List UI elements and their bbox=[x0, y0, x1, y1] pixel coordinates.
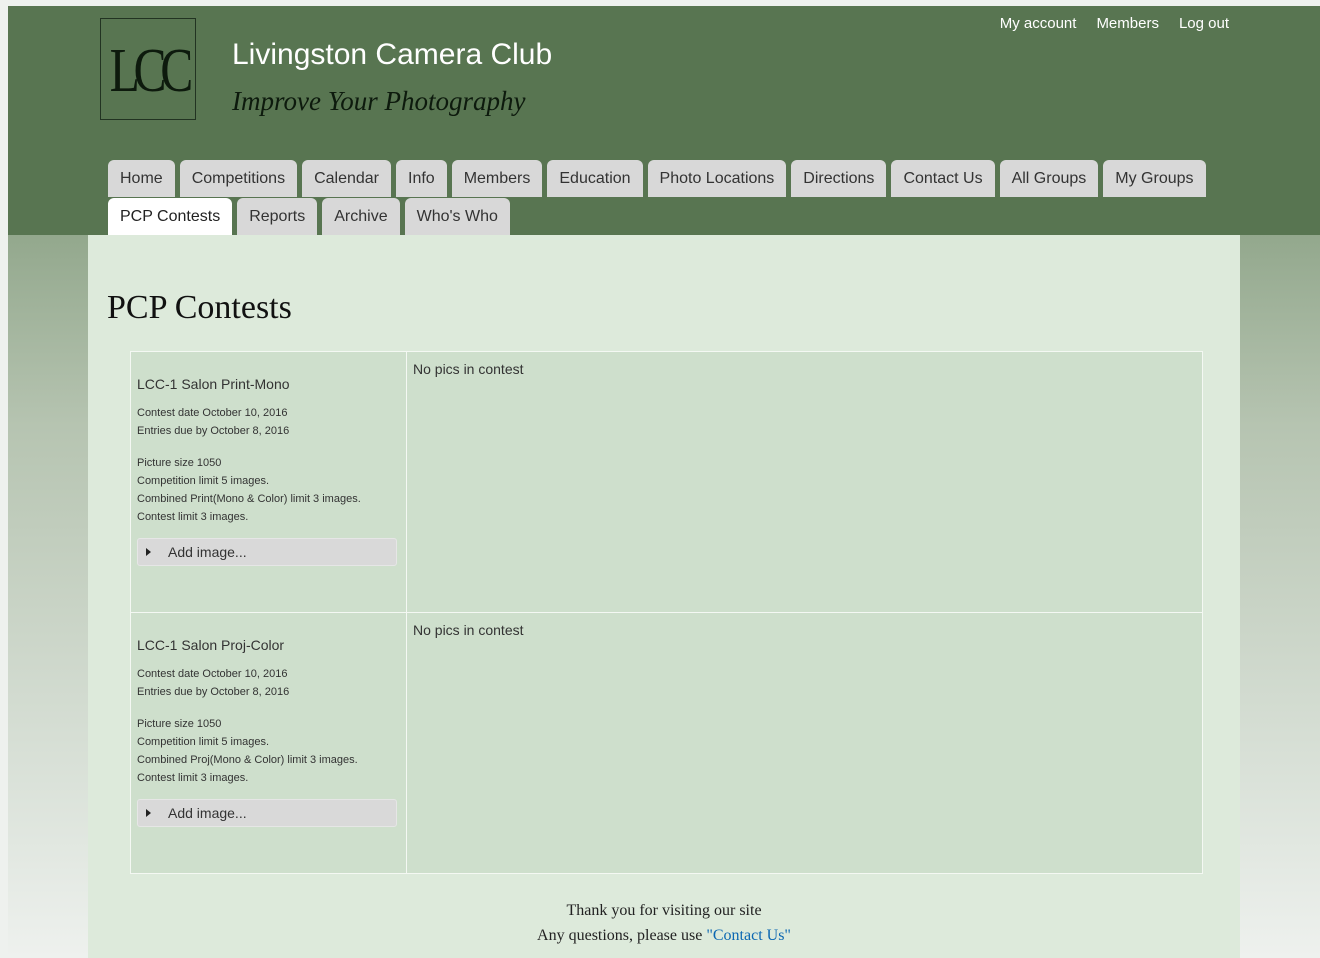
contest-table: LCC-1 Salon Print-Mono Contest date Octo… bbox=[130, 351, 1203, 874]
contest-limit: Contest limit 3 images. bbox=[137, 772, 249, 784]
contest-date: Contest date October 10, 2016 bbox=[137, 407, 288, 419]
log-out-link[interactable]: Log out bbox=[1179, 15, 1229, 32]
pics-status: No pics in contest bbox=[413, 361, 524, 377]
primary-tabs-row-1: Home Competitions Calendar Info Members … bbox=[108, 160, 1206, 197]
contest-name: LCC-1 Salon Proj-Color bbox=[137, 637, 285, 653]
contest-date: Contest date October 10, 2016 bbox=[137, 668, 288, 680]
add-image-toggle[interactable]: Add image... bbox=[137, 799, 397, 827]
add-image-label: Add image... bbox=[168, 805, 247, 821]
site-slogan: Improve Your Photography bbox=[232, 86, 526, 116]
user-menu: My account Members Log out bbox=[1000, 15, 1229, 32]
page-title: PCP Contests bbox=[107, 289, 292, 326]
contest-info-cell: LCC-1 Salon Proj-Color Contest date Octo… bbox=[131, 613, 407, 873]
entries-due: Entries due by October 8, 2016 bbox=[137, 686, 290, 698]
picture-size: Picture size 1050 bbox=[137, 457, 222, 469]
tab-competitions[interactable]: Competitions bbox=[179, 160, 298, 197]
contest-name: LCC-1 Salon Print-Mono bbox=[137, 376, 290, 392]
site-title[interactable]: Livingston Camera Club bbox=[232, 38, 552, 72]
tab-pcp-contests[interactable]: PCP Contests bbox=[108, 198, 233, 235]
logo-text: LCC bbox=[109, 37, 193, 105]
members-link[interactable]: Members bbox=[1096, 15, 1159, 32]
footer-contact-link[interactable]: "Contact Us" bbox=[706, 927, 791, 944]
tab-my-groups[interactable]: My Groups bbox=[1103, 160, 1206, 197]
tab-all-groups[interactable]: All Groups bbox=[999, 160, 1099, 197]
picture-size: Picture size 1050 bbox=[137, 718, 222, 730]
caret-right-icon bbox=[146, 548, 151, 556]
contest-row: LCC-1 Salon Print-Mono Contest date Octo… bbox=[131, 352, 1202, 612]
tab-reports[interactable]: Reports bbox=[237, 198, 318, 235]
contest-pics-cell: No pics in contest bbox=[407, 352, 1202, 612]
footer-questions-text: Any questions, please use bbox=[537, 927, 707, 944]
add-image-toggle[interactable]: Add image... bbox=[137, 538, 397, 566]
primary-tabs-row-2: PCP Contests Reports Archive Who's Who bbox=[108, 198, 510, 235]
tab-education[interactable]: Education bbox=[547, 160, 643, 197]
contest-limit: Contest limit 3 images. bbox=[137, 511, 249, 523]
tab-calendar[interactable]: Calendar bbox=[302, 160, 391, 197]
site-footer: Thank you for visiting our site Any ques… bbox=[88, 898, 1240, 948]
tab-photo-locations[interactable]: Photo Locations bbox=[647, 160, 787, 197]
my-account-link[interactable]: My account bbox=[1000, 15, 1077, 32]
footer-thanks: Thank you for visiting our site bbox=[566, 902, 762, 919]
tab-directions[interactable]: Directions bbox=[791, 160, 887, 197]
add-image-label: Add image... bbox=[168, 544, 247, 560]
contest-row: LCC-1 Salon Proj-Color Contest date Octo… bbox=[131, 612, 1202, 873]
footer-questions: Any questions, please use "Contact Us" bbox=[88, 923, 1240, 948]
combined-limit: Combined Proj(Mono & Color) limit 3 imag… bbox=[137, 754, 358, 766]
main-content: PCP Contests LCC-1 Salon Print-Mono Cont… bbox=[88, 235, 1240, 958]
combined-limit: Combined Print(Mono & Color) limit 3 ima… bbox=[137, 493, 361, 505]
contest-info-cell: LCC-1 Salon Print-Mono Contest date Octo… bbox=[131, 352, 407, 612]
entries-due: Entries due by October 8, 2016 bbox=[137, 425, 290, 437]
site-logo[interactable]: LCC bbox=[100, 18, 196, 120]
caret-right-icon bbox=[146, 809, 151, 817]
contest-pics-cell: No pics in contest bbox=[407, 613, 1202, 873]
tab-info[interactable]: Info bbox=[396, 160, 447, 197]
tab-archive[interactable]: Archive bbox=[322, 198, 400, 235]
tab-contact-us[interactable]: Contact Us bbox=[891, 160, 995, 197]
tab-home[interactable]: Home bbox=[108, 160, 175, 197]
competition-limit: Competition limit 5 images. bbox=[137, 475, 270, 487]
pics-status: No pics in contest bbox=[413, 622, 524, 638]
page-frame: LCC Livingston Camera Club Improve Your … bbox=[8, 6, 1320, 958]
site-header: LCC Livingston Camera Club Improve Your … bbox=[8, 6, 1320, 235]
tab-whos-who[interactable]: Who's Who bbox=[404, 198, 510, 235]
competition-limit: Competition limit 5 images. bbox=[137, 736, 270, 748]
tab-members[interactable]: Members bbox=[451, 160, 543, 197]
